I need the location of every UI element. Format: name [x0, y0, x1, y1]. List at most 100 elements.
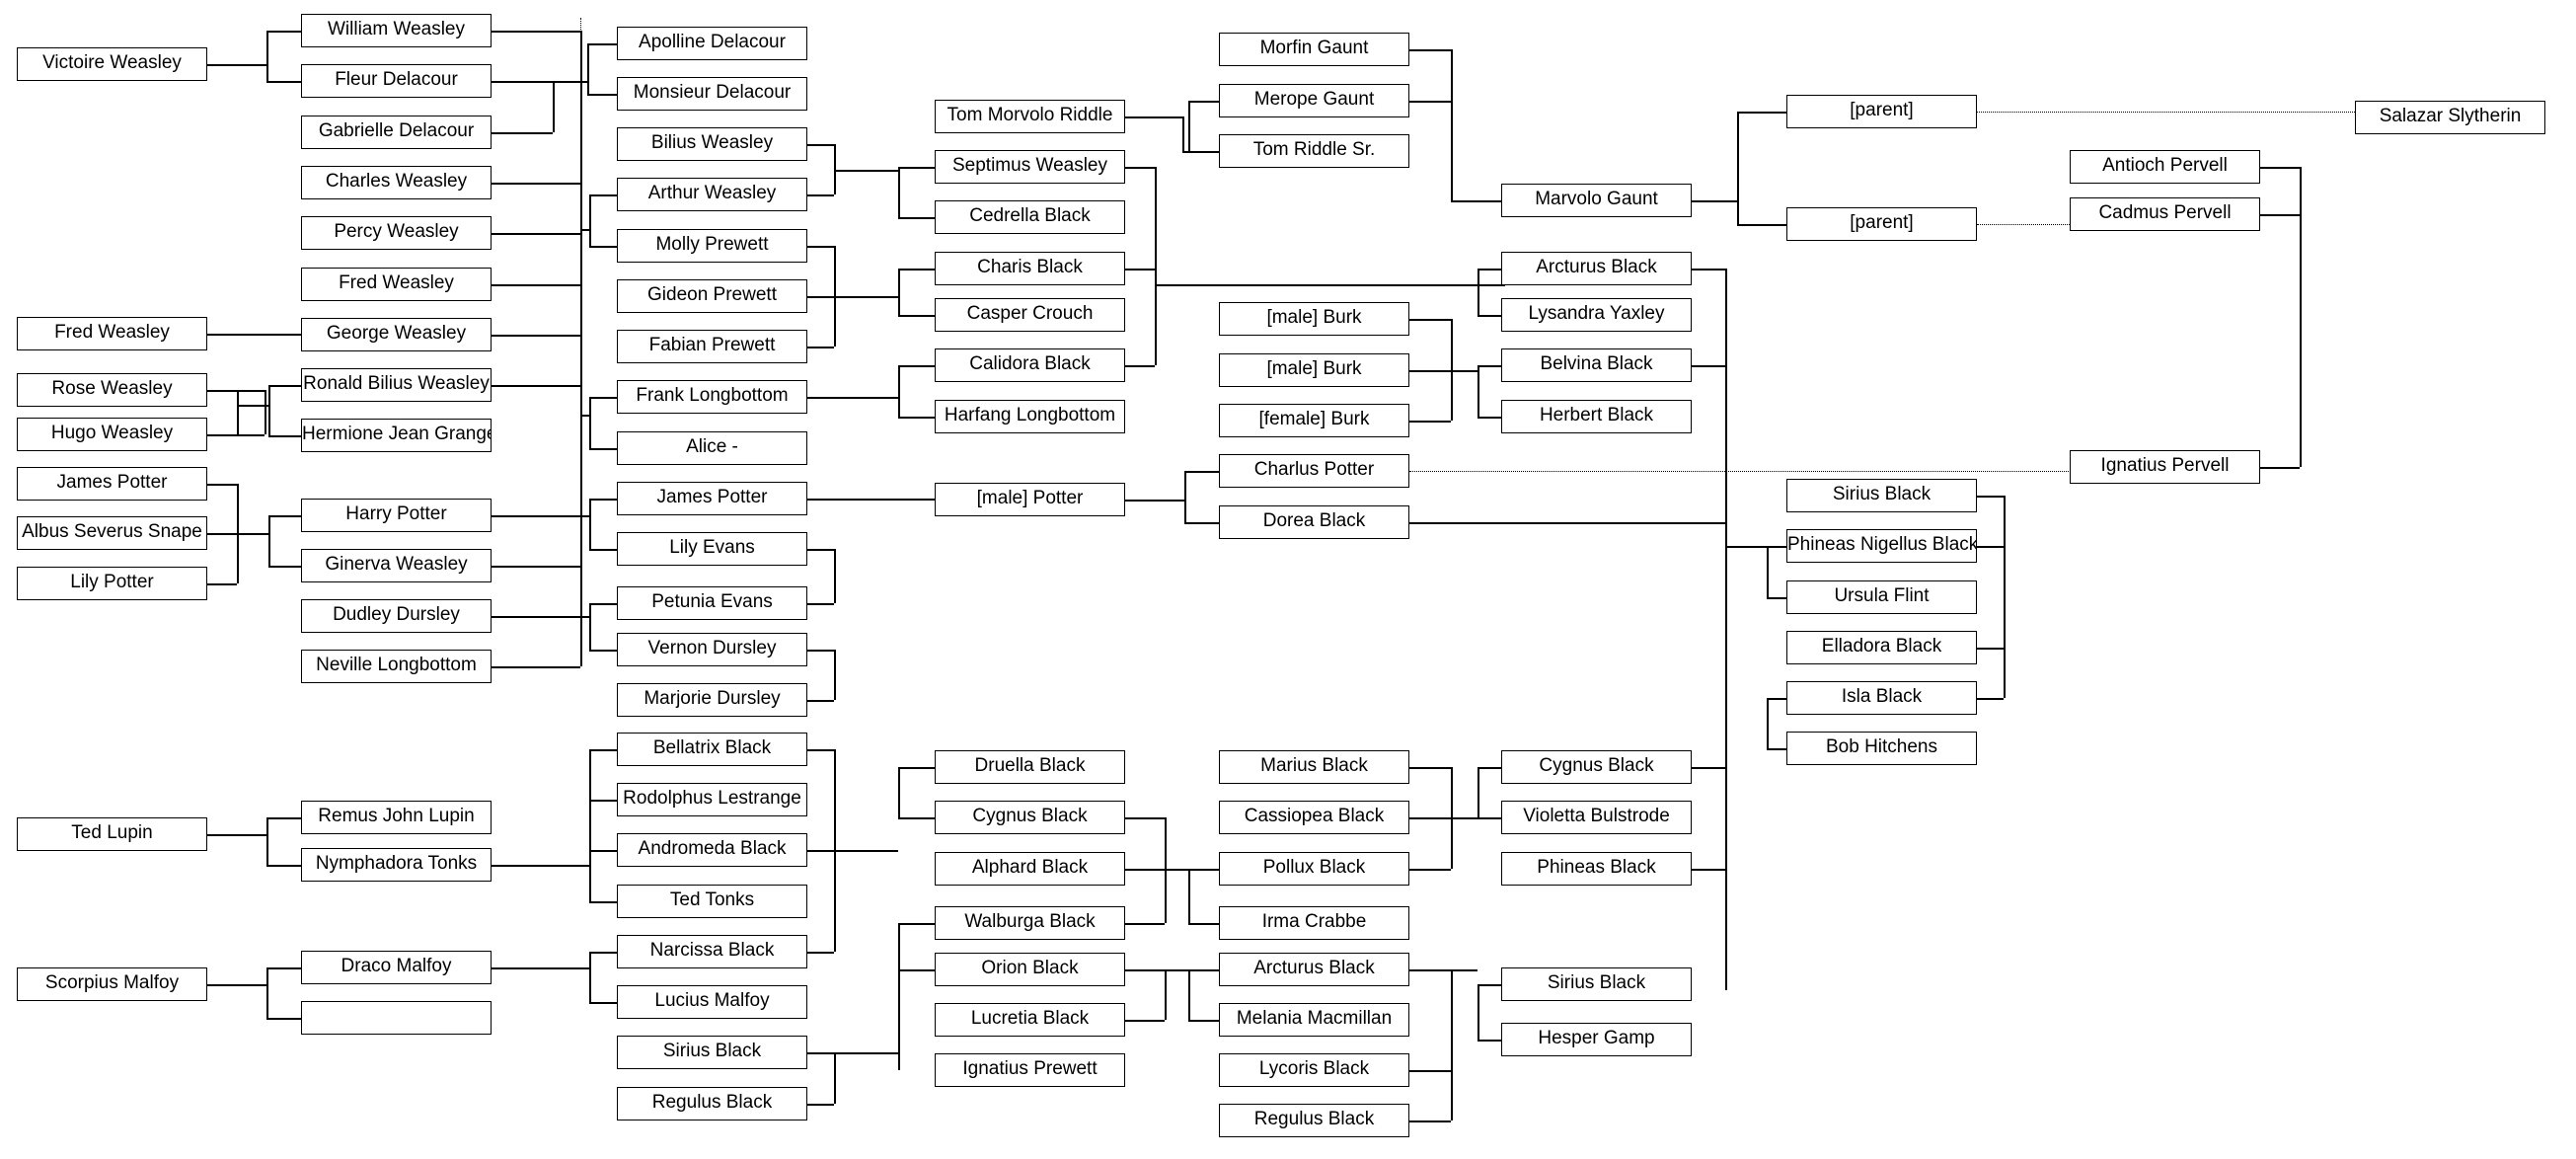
- person-node-walburga_black[interactable]: Walburga Black: [935, 906, 1125, 940]
- person-node-sirius_black_c3[interactable]: Sirius Black: [617, 1036, 807, 1069]
- person-node-phineas_nigellus_black[interactable]: Phineas Nigellus Black: [1786, 529, 1977, 563]
- person-node-violetta_bulstrode[interactable]: Violetta Bulstrode: [1501, 801, 1692, 834]
- person-node-melania_macmillan[interactable]: Melania Macmillan: [1219, 1003, 1409, 1037]
- person-node-monsieur_delacour[interactable]: Monsieur Delacour: [617, 77, 807, 111]
- person-node-marvolo_gaunt[interactable]: Marvolo Gaunt: [1501, 184, 1692, 217]
- person-node-ted_tonks[interactable]: Ted Tonks: [617, 885, 807, 918]
- person-node-tom_morvolo_riddle[interactable]: Tom Morvolo Riddle: [935, 100, 1125, 133]
- person-node-parent_1[interactable]: [parent]: [1786, 95, 1977, 128]
- person-node-dorea_black[interactable]: Dorea Black: [1219, 505, 1409, 539]
- person-node-antioch_pervell[interactable]: Antioch Pervell: [2070, 150, 2260, 184]
- person-node-james_potter_child[interactable]: James Potter: [17, 467, 207, 501]
- person-node-petunia_evans[interactable]: Petunia Evans: [617, 586, 807, 620]
- person-node-apolline_delacour[interactable]: Apolline Delacour: [617, 27, 807, 60]
- person-node-hesper_gamp[interactable]: Hesper Gamp: [1501, 1023, 1692, 1056]
- person-node-charis_black[interactable]: Charis Black: [935, 252, 1125, 285]
- person-node-albus_severus_snape[interactable]: Albus Severus Snape: [17, 516, 207, 550]
- person-node-cassiopea_black[interactable]: Cassiopea Black: [1219, 801, 1409, 834]
- person-node-sirius_black_c6[interactable]: Sirius Black: [1501, 967, 1692, 1001]
- person-node-james_potter[interactable]: James Potter: [617, 482, 807, 515]
- person-node-morfin_gaunt[interactable]: Morfin Gaunt: [1219, 33, 1409, 66]
- person-node-ted_lupin[interactable]: Ted Lupin: [17, 817, 207, 851]
- person-node-orion_black[interactable]: Orion Black: [935, 953, 1125, 986]
- person-node-arcturus_black_c5[interactable]: Arcturus Black: [1219, 953, 1409, 986]
- person-node-rose_weasley[interactable]: Rose Weasley: [17, 373, 207, 407]
- person-node-george_weasley[interactable]: George Weasley: [301, 318, 492, 351]
- person-node-isla_black[interactable]: Isla Black: [1786, 681, 1977, 715]
- person-node-marius_black[interactable]: Marius Black: [1219, 750, 1409, 784]
- person-node-lily_potter[interactable]: Lily Potter: [17, 567, 207, 600]
- person-node-phineas_black[interactable]: Phineas Black: [1501, 852, 1692, 886]
- person-node-bilius_weasley[interactable]: Bilius Weasley: [617, 127, 807, 161]
- person-node-ignatius_prewett[interactable]: Ignatius Prewett: [935, 1053, 1125, 1087]
- person-node-lucretia_black[interactable]: Lucretia Black: [935, 1003, 1125, 1037]
- person-node-merope_gaunt[interactable]: Merope Gaunt: [1219, 84, 1409, 117]
- person-node-charlus_potter[interactable]: Charlus Potter: [1219, 454, 1409, 488]
- person-node-herbert_black[interactable]: Herbert Black: [1501, 400, 1692, 433]
- person-node-frank_longbottom[interactable]: Frank Longbottom: [617, 380, 807, 414]
- person-node-druella_black[interactable]: Druella Black: [935, 750, 1125, 784]
- person-node-rodolphus_lestrange[interactable]: Rodolphus Lestrange: [617, 783, 807, 816]
- person-node-casper_crouch[interactable]: Casper Crouch: [935, 298, 1125, 332]
- person-node-lycoris_black[interactable]: Lycoris Black: [1219, 1053, 1409, 1087]
- person-node-alice_dash[interactable]: Alice -: [617, 431, 807, 465]
- person-node-arthur_weasley[interactable]: Arthur Weasley: [617, 178, 807, 211]
- person-node-ginerva_weasley[interactable]: Ginerva Weasley: [301, 549, 492, 582]
- person-node-gideon_prewett[interactable]: Gideon Prewett: [617, 279, 807, 313]
- person-node-harfang_longbottom[interactable]: Harfang Longbottom: [935, 400, 1125, 433]
- person-node-belvina_black[interactable]: Belvina Black: [1501, 348, 1692, 382]
- person-node-lily_evans[interactable]: Lily Evans: [617, 532, 807, 566]
- person-node-fleur_delacour[interactable]: Fleur Delacour: [301, 64, 492, 98]
- person-node-bellatrix_black[interactable]: Bellatrix Black: [617, 733, 807, 766]
- person-node-draco_malfoy[interactable]: Draco Malfoy: [301, 951, 492, 984]
- person-node-pollux_black[interactable]: Pollux Black: [1219, 852, 1409, 886]
- person-node-cygnus_black_c6[interactable]: Cygnus Black: [1501, 750, 1692, 784]
- person-node-sirius_black_c7[interactable]: Sirius Black: [1786, 479, 1977, 512]
- person-node-neville_longbottom[interactable]: Neville Longbottom: [301, 650, 492, 683]
- person-node-fabian_prewett[interactable]: Fabian Prewett: [617, 330, 807, 363]
- person-node-lysandra_yaxley[interactable]: Lysandra Yaxley: [1501, 298, 1692, 332]
- person-node-regulus_black_c3[interactable]: Regulus Black: [617, 1087, 807, 1120]
- person-node-molly_prewett[interactable]: Molly Prewett: [617, 229, 807, 263]
- person-node-vernon_dursley[interactable]: Vernon Dursley: [617, 633, 807, 666]
- person-node-cygnus_black_c4[interactable]: Cygnus Black: [935, 801, 1125, 834]
- person-node-nymphadora_tonks[interactable]: Nymphadora Tonks: [301, 848, 492, 882]
- person-node-malfoy_blank[interactable]: [301, 1001, 492, 1035]
- person-node-percy_weasley[interactable]: Percy Weasley: [301, 216, 492, 250]
- person-node-andromeda_black[interactable]: Andromeda Black: [617, 833, 807, 867]
- person-node-septimus_weasley[interactable]: Septimus Weasley: [935, 150, 1125, 184]
- person-node-remus_john_lupin[interactable]: Remus John Lupin: [301, 801, 492, 834]
- person-node-cadmus_pervell[interactable]: Cadmus Pervell: [2070, 197, 2260, 231]
- person-node-salazar_slytherin[interactable]: Salazar Slytherin: [2355, 101, 2545, 134]
- person-node-charles_weasley[interactable]: Charles Weasley: [301, 166, 492, 199]
- person-node-alphard_black[interactable]: Alphard Black: [935, 852, 1125, 886]
- person-node-fred_weasley_child[interactable]: Fred Weasley: [17, 317, 207, 350]
- person-node-narcissa_black[interactable]: Narcissa Black: [617, 935, 807, 968]
- person-node-gabrielle_delacour[interactable]: Gabrielle Delacour: [301, 116, 492, 149]
- person-node-fred_weasley[interactable]: Fred Weasley: [301, 268, 492, 301]
- person-node-calidora_black[interactable]: Calidora Black: [935, 348, 1125, 382]
- person-node-bob_hitchens[interactable]: Bob Hitchens: [1786, 732, 1977, 765]
- person-node-parent_2[interactable]: [parent]: [1786, 207, 1977, 241]
- person-node-ignatius_pervell[interactable]: Ignatius Pervell: [2070, 450, 2260, 484]
- person-node-male_burk_1[interactable]: [male] Burk: [1219, 302, 1409, 336]
- person-node-arcturus_black_c6[interactable]: Arcturus Black: [1501, 252, 1692, 285]
- person-node-ronald_bilius_weasley[interactable]: Ronald Bilius Weasley: [301, 368, 492, 402]
- person-node-scorpius_malfoy[interactable]: Scorpius Malfoy: [17, 967, 207, 1001]
- person-node-irma_crabbe[interactable]: Irma Crabbe: [1219, 906, 1409, 940]
- person-node-elladora_black[interactable]: Elladora Black: [1786, 631, 1977, 664]
- person-node-victoire_weasley[interactable]: Victoire Weasley: [17, 47, 207, 81]
- person-node-male_burk_2[interactable]: [male] Burk: [1219, 353, 1409, 387]
- person-node-hugo_weasley[interactable]: Hugo Weasley: [17, 418, 207, 451]
- person-node-regulus_black_c5[interactable]: Regulus Black: [1219, 1104, 1409, 1137]
- person-node-harry_potter[interactable]: Harry Potter: [301, 499, 492, 532]
- person-node-cedrella_black[interactable]: Cedrella Black: [935, 200, 1125, 234]
- person-node-female_burk[interactable]: [female] Burk: [1219, 404, 1409, 437]
- person-node-hermione_jean_granger[interactable]: Hermione Jean Granger: [301, 419, 492, 452]
- person-node-lucius_malfoy[interactable]: Lucius Malfoy: [617, 985, 807, 1019]
- person-node-tom_riddle_sr[interactable]: Tom Riddle Sr.: [1219, 134, 1409, 168]
- person-node-william_weasley[interactable]: William Weasley: [301, 14, 492, 47]
- person-node-male_potter[interactable]: [male] Potter: [935, 483, 1125, 516]
- person-node-marjorie_dursley[interactable]: Marjorie Dursley: [617, 683, 807, 717]
- person-node-ursula_flint[interactable]: Ursula Flint: [1786, 580, 1977, 614]
